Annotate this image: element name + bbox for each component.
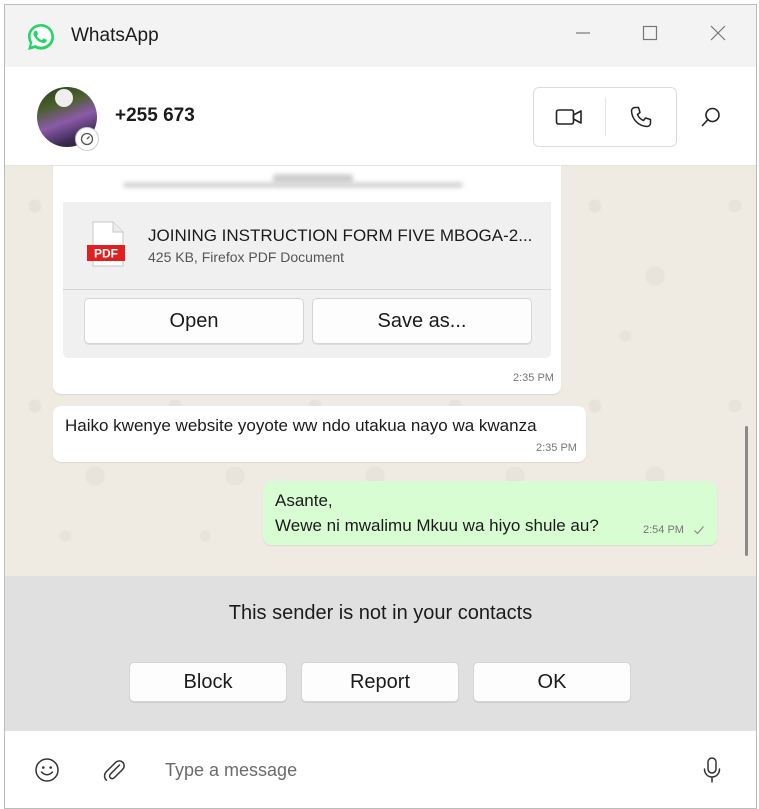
open-button[interactable]: Open [84,298,304,344]
message-composer [5,730,756,808]
status-badge-icon [75,127,99,151]
maximize-button[interactable] [620,15,680,51]
close-icon [710,25,726,41]
document-file-meta: 425 KB, Firefox PDF Document [148,249,345,265]
document-divider [63,289,551,290]
voice-call-button[interactable] [606,88,676,146]
chat-scrollbar[interactable] [745,426,748,556]
voice-call-icon [630,106,652,128]
close-button[interactable] [688,15,748,51]
search-button[interactable] [695,101,727,133]
unknown-sender-text: This sender is not in your contacts [228,602,533,624]
save-as-button[interactable]: Save as... [312,298,532,344]
app-title: WhatsApp [71,25,159,46]
outgoing-message: Asante, Wewe ni mwalimu Mkuu wa hiyo shu… [263,481,717,545]
ok-button[interactable]: OK [473,662,631,702]
contact-name[interactable]: +255 673 [115,105,195,127]
document-preview [63,166,551,202]
microphone-icon [703,757,721,783]
emoji-button[interactable] [32,755,62,785]
attach-button[interactable] [99,755,129,785]
emoji-icon [35,758,59,782]
call-actions [533,87,677,147]
sent-check-icon [694,526,704,535]
message-input[interactable] [165,755,665,785]
maximize-icon [642,25,658,41]
report-button[interactable]: Report [301,662,459,702]
avatar-face [55,89,73,107]
document-file-name: JOINING INSTRUCTION FORM FIVE MBOGA-2... [148,226,533,245]
whatsapp-window: WhatsApp +255 673 PDF JOINING INSTRUCTIO… [4,4,757,809]
message-text: Haiko kwenye website yoyote ww ndo utaku… [65,416,537,435]
search-icon [701,107,720,127]
video-call-button[interactable] [534,88,604,146]
message-time: 2:35 PM [536,442,577,454]
paperclip-icon [103,760,125,781]
voice-message-button[interactable] [697,755,727,785]
svg-text:PDF: PDF [94,247,118,261]
message-time: 2:35 PM [513,372,554,384]
document-card[interactable]: PDF JOINING INSTRUCTION FORM FIVE MBOGA-… [63,166,551,358]
whatsapp-logo-icon [28,24,54,50]
video-call-icon [555,109,582,125]
pdf-file-icon: PDF [87,221,125,267]
minimize-icon [576,32,590,34]
minimize-button[interactable] [553,15,613,51]
unknown-sender-panel: This sender is not in your contacts Bloc… [5,576,756,730]
block-button[interactable]: Block [129,662,287,702]
document-message: PDF JOINING INSTRUCTION FORM FIVE MBOGA-… [53,166,561,394]
chat-header: +255 673 [5,67,756,166]
message-time: 2:54 PM [643,524,684,536]
message-text-line2: Wewe ni mwalimu Mkuu wa hiyo shule au? [275,516,599,535]
title-bar: WhatsApp [5,5,756,67]
incoming-message: Haiko kwenye website yoyote ww ndo utaku… [53,406,586,462]
message-text-line1: Asante, [275,491,333,510]
chat-area: PDF JOINING INSTRUCTION FORM FIVE MBOGA-… [5,166,756,576]
